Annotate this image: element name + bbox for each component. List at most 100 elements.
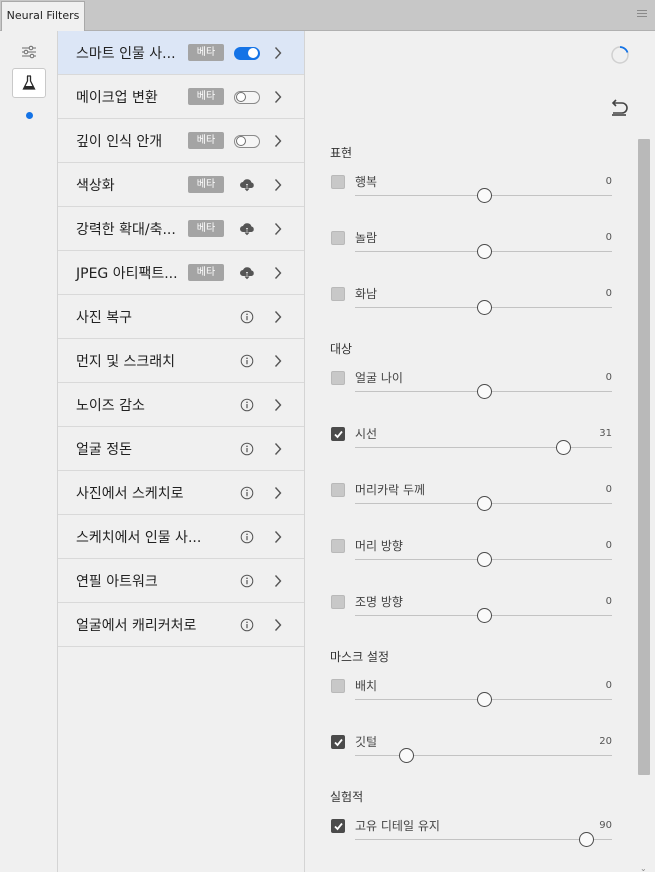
chevron-right-icon[interactable] — [273, 44, 287, 62]
cloud-download-icon[interactable] — [233, 175, 261, 195]
filter-row[interactable]: 노이즈 감소 — [58, 383, 304, 427]
option-checkbox[interactable] — [331, 427, 345, 441]
slider-track[interactable] — [355, 755, 612, 756]
slider-thumb[interactable] — [476, 692, 492, 707]
beta-badge: 베타 — [188, 88, 224, 105]
info-icon[interactable] — [233, 527, 261, 547]
chevron-right-icon[interactable] — [273, 264, 287, 282]
filter-row[interactable]: JPEG 아티팩트... 베타 — [58, 251, 304, 295]
slider-option: 조명 방향 0 — [330, 595, 612, 645]
chevron-right-icon[interactable] — [273, 484, 287, 502]
info-icon[interactable] — [233, 395, 261, 415]
sliders-icon[interactable] — [12, 37, 46, 67]
reset-icon[interactable] — [609, 99, 629, 121]
option-value: 0 — [605, 176, 612, 187]
filter-row[interactable]: 연필 아트워크 — [58, 559, 304, 603]
chevron-right-icon[interactable] — [273, 132, 287, 150]
filter-label: 스케치에서 인물 사... — [76, 529, 202, 546]
option-checkbox[interactable] — [331, 483, 345, 497]
option-value: 0 — [605, 288, 612, 299]
option-checkbox[interactable] — [331, 819, 345, 833]
slider-option: 머리카락 두께 0 — [330, 483, 612, 533]
filter-row[interactable]: 메이크업 변환 베타 — [58, 75, 304, 119]
option-checkbox[interactable] — [331, 287, 345, 301]
filter-label: 사진 복구 — [76, 309, 132, 326]
filter-label: 스마트 인물 사... — [76, 45, 176, 62]
option-value: 0 — [605, 372, 612, 383]
scroll-down-icon[interactable]: ⌄ — [640, 864, 647, 872]
option-label: 얼굴 나이 — [355, 371, 403, 385]
cloud-download-icon[interactable] — [233, 263, 261, 283]
filter-row[interactable]: 얼굴에서 캐리커처로 — [58, 603, 304, 647]
chevron-right-icon[interactable] — [273, 88, 287, 106]
scrollbar-thumb[interactable] — [638, 139, 650, 775]
filter-label: 색상화 — [76, 177, 115, 194]
option-label: 시선 — [355, 427, 378, 441]
info-icon[interactable] — [233, 615, 261, 635]
option-checkbox[interactable] — [331, 371, 345, 385]
panel-menu-icon[interactable] — [637, 10, 647, 20]
active-indicator-dot — [26, 112, 33, 119]
filter-label: 메이크업 변환 — [76, 89, 158, 106]
filter-row[interactable]: 깊이 인식 안개 베타 — [58, 119, 304, 163]
slider-option: 화남 0 — [330, 287, 612, 337]
slider-track[interactable] — [355, 447, 612, 448]
option-checkbox[interactable] — [331, 595, 345, 609]
slider-thumb[interactable] — [476, 608, 492, 623]
info-icon[interactable] — [233, 439, 261, 459]
filter-label: JPEG 아티팩트... — [76, 265, 178, 282]
chevron-right-icon[interactable] — [273, 616, 287, 634]
chevron-right-icon[interactable] — [273, 352, 287, 370]
option-label: 화남 — [355, 287, 378, 301]
filter-toggle[interactable] — [233, 87, 261, 107]
chevron-right-icon[interactable] — [273, 308, 287, 326]
slider-thumb[interactable] — [476, 384, 492, 399]
slider-thumb[interactable] — [476, 300, 492, 315]
option-value: 0 — [605, 596, 612, 607]
option-checkbox[interactable] — [331, 539, 345, 553]
slider-thumb[interactable] — [476, 496, 492, 511]
slider-option: 행복 0 — [330, 175, 612, 225]
cloud-download-icon[interactable] — [233, 219, 261, 239]
option-value: 0 — [605, 232, 612, 243]
filter-label: 노이즈 감소 — [76, 397, 145, 414]
beta-badge: 베타 — [188, 220, 224, 237]
slider-thumb[interactable] — [556, 440, 572, 455]
chevron-right-icon[interactable] — [273, 396, 287, 414]
slider-thumb[interactable] — [476, 188, 492, 203]
chevron-right-icon[interactable] — [273, 528, 287, 546]
filter-label: 먼지 및 스크래치 — [76, 353, 176, 370]
info-icon[interactable] — [233, 571, 261, 591]
option-checkbox[interactable] — [331, 679, 345, 693]
option-checkbox[interactable] — [331, 175, 345, 189]
info-icon[interactable] — [233, 351, 261, 371]
section-title: 실험적 — [330, 790, 364, 804]
filter-row[interactable]: 스마트 인물 사... 베타 — [58, 31, 304, 75]
chevron-right-icon[interactable] — [273, 220, 287, 238]
filter-row[interactable]: 색상화 베타 — [58, 163, 304, 207]
filter-row[interactable]: 강력한 확대/축... 베타 — [58, 207, 304, 251]
filter-toggle[interactable] — [233, 43, 261, 63]
filter-row[interactable]: 사진에서 스케치로 — [58, 471, 304, 515]
section-title: 표현 — [330, 146, 353, 160]
flask-icon[interactable] — [12, 68, 46, 98]
filter-row[interactable]: 얼굴 정돈 — [58, 427, 304, 471]
chevron-right-icon[interactable] — [273, 440, 287, 458]
filter-row[interactable]: 사진 복구 — [58, 295, 304, 339]
chevron-right-icon[interactable] — [273, 572, 287, 590]
slider-thumb[interactable] — [579, 832, 595, 847]
option-checkbox[interactable] — [331, 735, 345, 749]
slider-thumb[interactable] — [476, 244, 492, 259]
filter-row[interactable]: 먼지 및 스크래치 — [58, 339, 304, 383]
chevron-right-icon[interactable] — [273, 176, 287, 194]
filter-row[interactable]: 스케치에서 인물 사... — [58, 515, 304, 559]
tab-neural-filters[interactable]: Neural Filters — [1, 1, 85, 31]
slider-track[interactable] — [355, 839, 612, 840]
option-checkbox[interactable] — [331, 231, 345, 245]
info-icon[interactable] — [233, 307, 261, 327]
slider-thumb[interactable] — [399, 748, 415, 763]
info-icon[interactable] — [233, 483, 261, 503]
filter-toggle[interactable] — [233, 131, 261, 151]
option-label: 놀람 — [355, 231, 378, 245]
slider-thumb[interactable] — [476, 552, 492, 567]
